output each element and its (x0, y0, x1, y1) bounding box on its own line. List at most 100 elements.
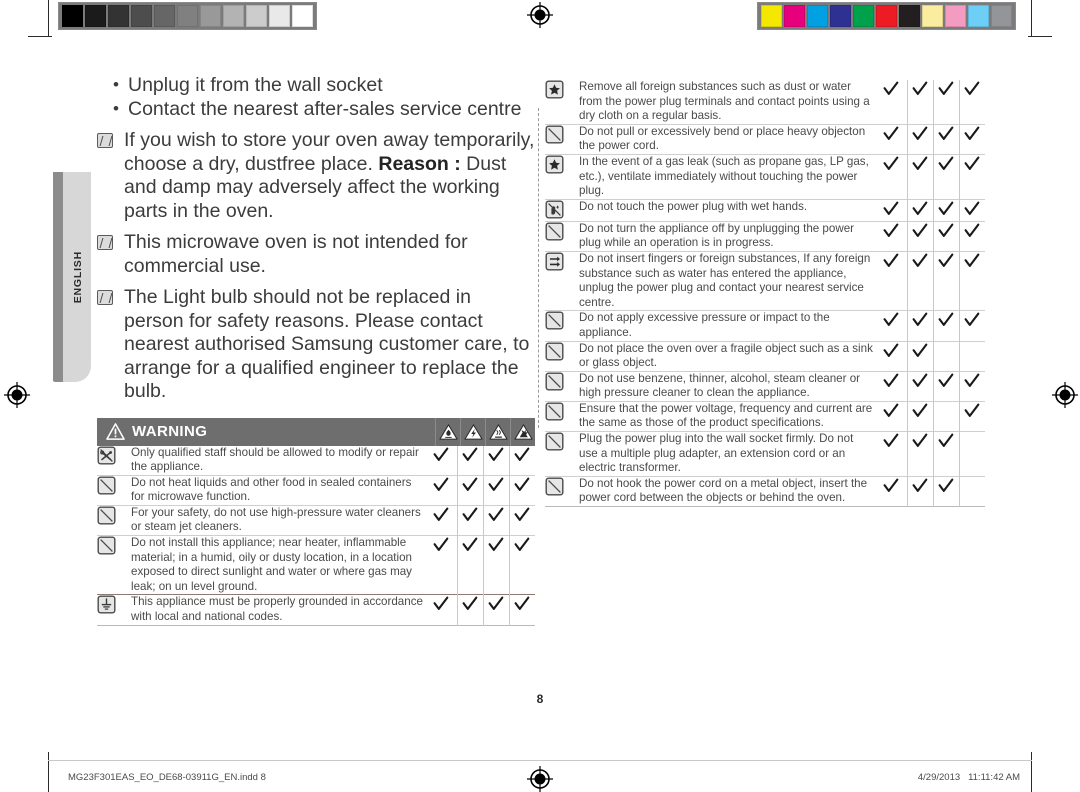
hazard-check-cell (906, 341, 933, 372)
table-row: This appliance must be properly grounded… (97, 594, 535, 626)
hazard-check-cell (482, 475, 509, 506)
hazard-check-cell (906, 310, 933, 341)
hazard-check-cell (906, 124, 933, 155)
checkmark-icon (964, 373, 980, 387)
checkmark-icon (938, 312, 954, 327)
checkmark-icon (964, 253, 980, 267)
footer-timestamp: 4/29/2013 11:11:42 AM (918, 772, 1020, 783)
hazard-check-cell (906, 221, 933, 252)
prohibited-icon (545, 432, 579, 477)
checkmark-icon (514, 507, 530, 521)
note-icon (97, 290, 113, 305)
checkmark-icon (883, 312, 899, 327)
hazard-check-cell (958, 154, 985, 200)
hazard-check-cell (508, 505, 535, 536)
hazard-check-cell (425, 475, 457, 505)
hazard-check-cell (906, 251, 933, 311)
checkmark-icon (488, 537, 504, 552)
safety-instruction-text: In the event of a gas leak (such as prop… (579, 154, 869, 198)
note-icon (97, 235, 113, 250)
checkmark-icon (433, 596, 449, 611)
footer-divider (48, 760, 1032, 761)
table-row: Only qualified staff should be allowed t… (97, 445, 535, 476)
warning-title: WARNING (132, 423, 208, 440)
checkmark-icon (912, 312, 928, 327)
checkmark-icon (883, 433, 899, 448)
hazard-check-cell (932, 371, 959, 402)
checkmark-icon (912, 478, 928, 492)
hazard-check-cell (456, 475, 483, 506)
hazard-check-cell (932, 199, 959, 222)
list-item: Contact the nearest after-sales service … (97, 97, 535, 122)
note-commercial-use: This microwave oven is not intended for … (97, 231, 535, 278)
hot-surface-hazard-icon (485, 417, 510, 446)
table-row: In the event of a gas leak (such as prop… (545, 154, 985, 200)
electric-shock-hazard-icon (460, 417, 485, 446)
checkmark-icon (938, 433, 954, 448)
safety-instruction-text: Ensure that the power voltage, frequency… (579, 401, 873, 430)
prohibited-icon (545, 311, 579, 341)
hazard-check-cell (456, 594, 483, 626)
checkmark-icon (462, 507, 478, 521)
hazard-check-cell (958, 341, 985, 372)
checkmark-icon (883, 373, 899, 387)
hazard-check-cell (958, 251, 985, 311)
table-row: Do not install this appliance; near heat… (97, 535, 535, 595)
hazard-check-cell (482, 535, 509, 595)
safety-instruction-text: Do not install this appliance; near heat… (131, 536, 412, 593)
checkmark-icon (938, 126, 954, 140)
hazard-check-cell (875, 371, 907, 401)
safety-instruction-text: Only qualified staff should be allowed t… (131, 445, 419, 474)
hazard-check-cell (906, 371, 933, 402)
hazard-check-cell (932, 401, 959, 432)
hazard-check-cell (482, 445, 509, 476)
footer-filename: MG23F301EAS_EO_DE68-03911G_EN.indd 8 (68, 772, 266, 783)
hazard-check-cell (906, 401, 933, 432)
hazard-check-cell (932, 80, 959, 125)
checkmark-icon (883, 343, 899, 357)
checkmark-icon (964, 312, 980, 327)
hazard-check-cell (932, 124, 959, 155)
footer-time: 11:11:42 AM (968, 772, 1020, 783)
checkmark-icon (433, 477, 449, 491)
hazard-check-cell (425, 595, 457, 625)
safety-instruction-text: Do not touch the power plug with wet han… (579, 199, 808, 213)
checkmark-icon (433, 447, 449, 461)
warning-header-bar: WARNING (97, 417, 535, 446)
hazard-check-cell (425, 446, 457, 476)
checkmark-icon (912, 201, 928, 215)
checkmark-icon (938, 253, 954, 267)
right-safety-table: Remove all foreign substances such as du… (545, 80, 985, 507)
checkmark-icon (912, 433, 928, 448)
hazard-check-cell (932, 476, 959, 507)
checkmark-icon (964, 81, 980, 95)
hazard-check-cell (875, 154, 907, 199)
table-row: Do not pull or excessively bend or place… (545, 124, 985, 155)
checkmark-icon (938, 156, 954, 170)
checkmark-icon (433, 507, 449, 521)
checkmark-icon (883, 156, 899, 170)
checkmark-icon (912, 223, 928, 237)
hazard-check-cell (932, 154, 959, 200)
checkmark-icon (912, 81, 928, 95)
checkmark-icon (488, 447, 504, 461)
table-row: Do not heat liquids and other food in se… (97, 475, 535, 506)
checkmark-icon (938, 81, 954, 95)
hazard-check-cell (875, 80, 907, 124)
page-number: 8 (536, 692, 544, 706)
table-row: Plug the power plug into the wall socket… (545, 431, 985, 477)
hazard-check-cell (508, 445, 535, 476)
hazard-check-cell (932, 431, 959, 477)
checkmark-icon (462, 447, 478, 461)
hazard-check-cell (456, 535, 483, 595)
checkmark-icon (883, 253, 899, 267)
table-row: Ensure that the power voltage, frequency… (545, 401, 985, 432)
mandatory-star-icon (545, 154, 579, 199)
checkmark-icon (883, 126, 899, 140)
prohibited-icon (545, 371, 579, 401)
safety-instruction-text: Do not pull or excessively bend or place… (579, 124, 866, 153)
hazard-check-cell (958, 401, 985, 432)
hazard-check-cell (875, 124, 907, 154)
no-repair-icon (97, 446, 131, 476)
checkmark-icon (938, 478, 954, 492)
